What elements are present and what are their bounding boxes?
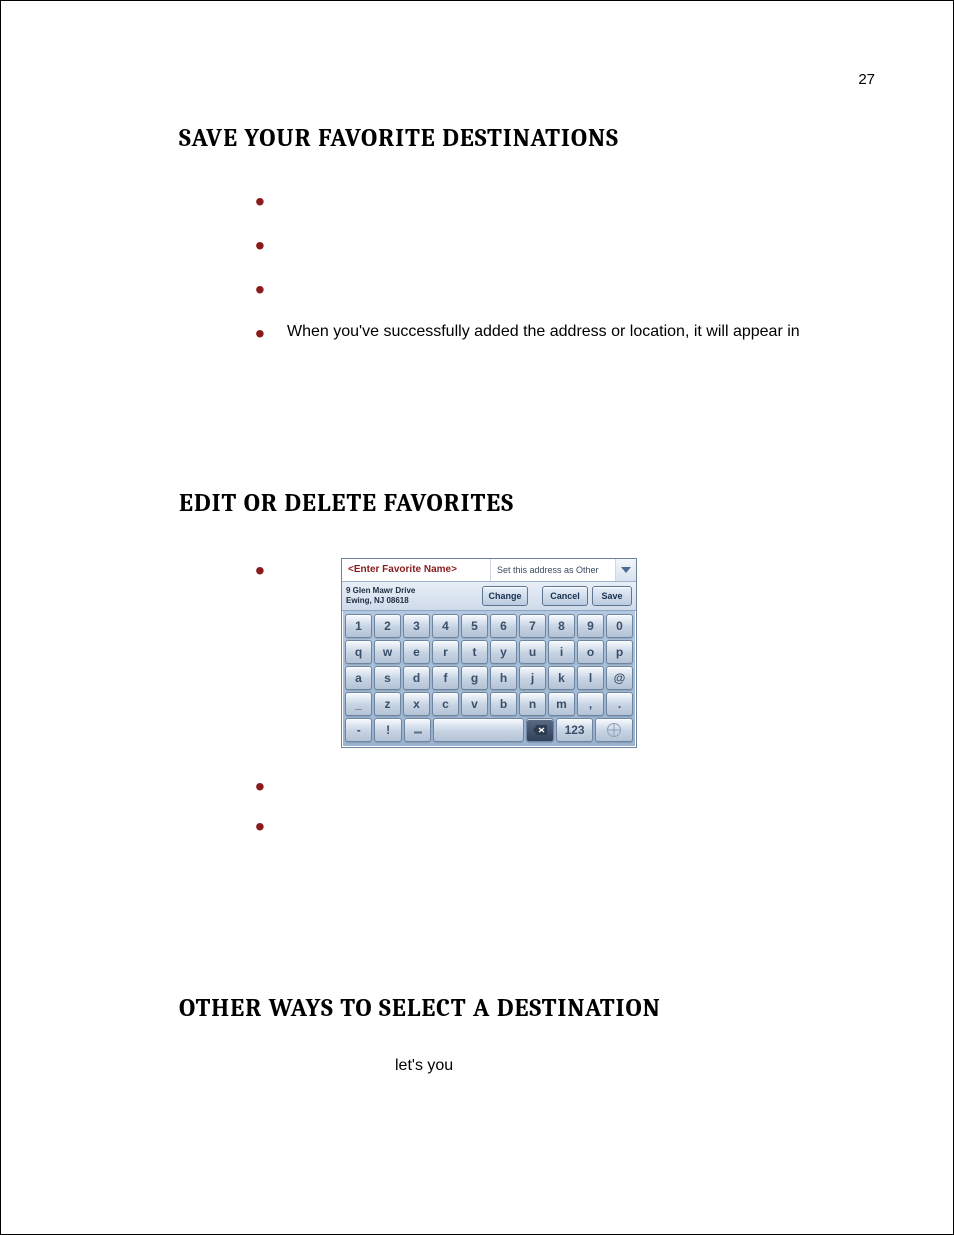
key-h[interactable]: h [490, 666, 517, 690]
page-number: 27 [858, 71, 875, 88]
key-c[interactable]: c [432, 692, 459, 716]
keyboard-screenshot: <Enter Favorite Name> Set this address a… [341, 558, 637, 748]
key-globe[interactable] [595, 718, 633, 742]
onscreen-keyboard: 1 2 3 4 5 6 7 8 9 0 [342, 611, 636, 747]
cancel-button[interactable]: Cancel [542, 586, 588, 606]
bullet-item: <Enter Favorite Name> Set this address a… [287, 558, 875, 748]
favorite-address: 9 Glen Mawr Drive Ewing, NJ 08618 [346, 586, 434, 606]
bullet-item [287, 814, 875, 832]
key-shift[interactable] [404, 718, 431, 742]
key-s[interactable]: s [374, 666, 401, 690]
key-comma[interactable]: , [577, 692, 604, 716]
key-k[interactable]: k [548, 666, 575, 690]
key-t[interactable]: t [461, 640, 488, 664]
change-button[interactable]: Change [482, 586, 528, 606]
key-2[interactable]: 2 [374, 614, 401, 638]
key-exclaim[interactable]: ! [374, 718, 401, 742]
bullet-list-1: When you've successfully added the addre… [179, 189, 875, 343]
key-period[interactable]: . [606, 692, 633, 716]
key-x[interactable]: x [403, 692, 430, 716]
bullet-item [287, 774, 875, 792]
key-o[interactable]: o [577, 640, 604, 664]
key-8[interactable]: 8 [548, 614, 575, 638]
section-other-ways: OTHER WAYS TO SELECT A DESTINATION let's… [179, 994, 875, 1075]
key-space[interactable] [433, 718, 524, 742]
chevron-down-icon [621, 567, 631, 573]
key-3[interactable]: 3 [403, 614, 430, 638]
key-9[interactable]: 9 [577, 614, 604, 638]
shift-icon [413, 726, 423, 734]
key-j[interactable]: j [519, 666, 546, 690]
key-a[interactable]: a [345, 666, 372, 690]
key-p[interactable]: p [606, 640, 633, 664]
key-i[interactable]: i [548, 640, 575, 664]
heading-other-ways: OTHER WAYS TO SELECT A DESTINATION [179, 994, 875, 1023]
key-v[interactable]: v [461, 692, 488, 716]
favorite-name-input[interactable]: <Enter Favorite Name> [342, 559, 491, 581]
key-r[interactable]: r [432, 640, 459, 664]
bullet-list-2: <Enter Favorite Name> Set this address a… [179, 558, 875, 832]
key-q[interactable]: q [345, 640, 372, 664]
key-6[interactable]: 6 [490, 614, 517, 638]
key-n[interactable]: n [519, 692, 546, 716]
key-0[interactable]: 0 [606, 614, 633, 638]
bullet-item [287, 277, 875, 295]
heading-edit-delete: EDIT OR DELETE FAVORITES [179, 489, 875, 518]
section-save-favorites: SAVE YOUR FAVORITE DESTINATIONS When you… [179, 124, 875, 429]
key-d[interactable]: d [403, 666, 430, 690]
key-e[interactable]: e [403, 640, 430, 664]
key-z[interactable]: z [374, 692, 401, 716]
bullet-item: When you've successfully added the addre… [287, 321, 875, 343]
bullet-item [287, 189, 875, 207]
key-w[interactable]: w [374, 640, 401, 664]
key-l[interactable]: l [577, 666, 604, 690]
bullet-item [287, 233, 875, 251]
save-button[interactable]: Save [592, 586, 632, 606]
key-u[interactable]: u [519, 640, 546, 664]
key-7[interactable]: 7 [519, 614, 546, 638]
key-backspace[interactable] [526, 718, 553, 742]
heading-save-favorites: SAVE YOUR FAVORITE DESTINATIONS [179, 124, 875, 153]
key-g[interactable]: g [461, 666, 488, 690]
key-5[interactable]: 5 [461, 614, 488, 638]
key-4[interactable]: 4 [432, 614, 459, 638]
key-y[interactable]: y [490, 640, 517, 664]
key-dash[interactable]: - [345, 718, 372, 742]
body-text-fragment: let's you [395, 1057, 875, 1075]
section-edit-delete: EDIT OR DELETE FAVORITES <Enter Favorite… [179, 489, 875, 934]
key-1[interactable]: 1 [345, 614, 372, 638]
key-at[interactable]: @ [606, 666, 633, 690]
globe-icon [607, 723, 621, 737]
key-m[interactable]: m [548, 692, 575, 716]
document-page: 27 SAVE YOUR FAVORITE DESTINATIONS When … [0, 0, 954, 1235]
set-address-as-label: Set this address as Other [491, 559, 615, 581]
key-123[interactable]: 123 [556, 718, 594, 742]
address-type-dropdown[interactable] [615, 559, 636, 581]
backspace-icon [533, 725, 547, 735]
key-b[interactable]: b [490, 692, 517, 716]
page-content: SAVE YOUR FAVORITE DESTINATIONS When you… [179, 124, 875, 1075]
key-f[interactable]: f [432, 666, 459, 690]
key-underscore[interactable]: _ [345, 692, 372, 716]
